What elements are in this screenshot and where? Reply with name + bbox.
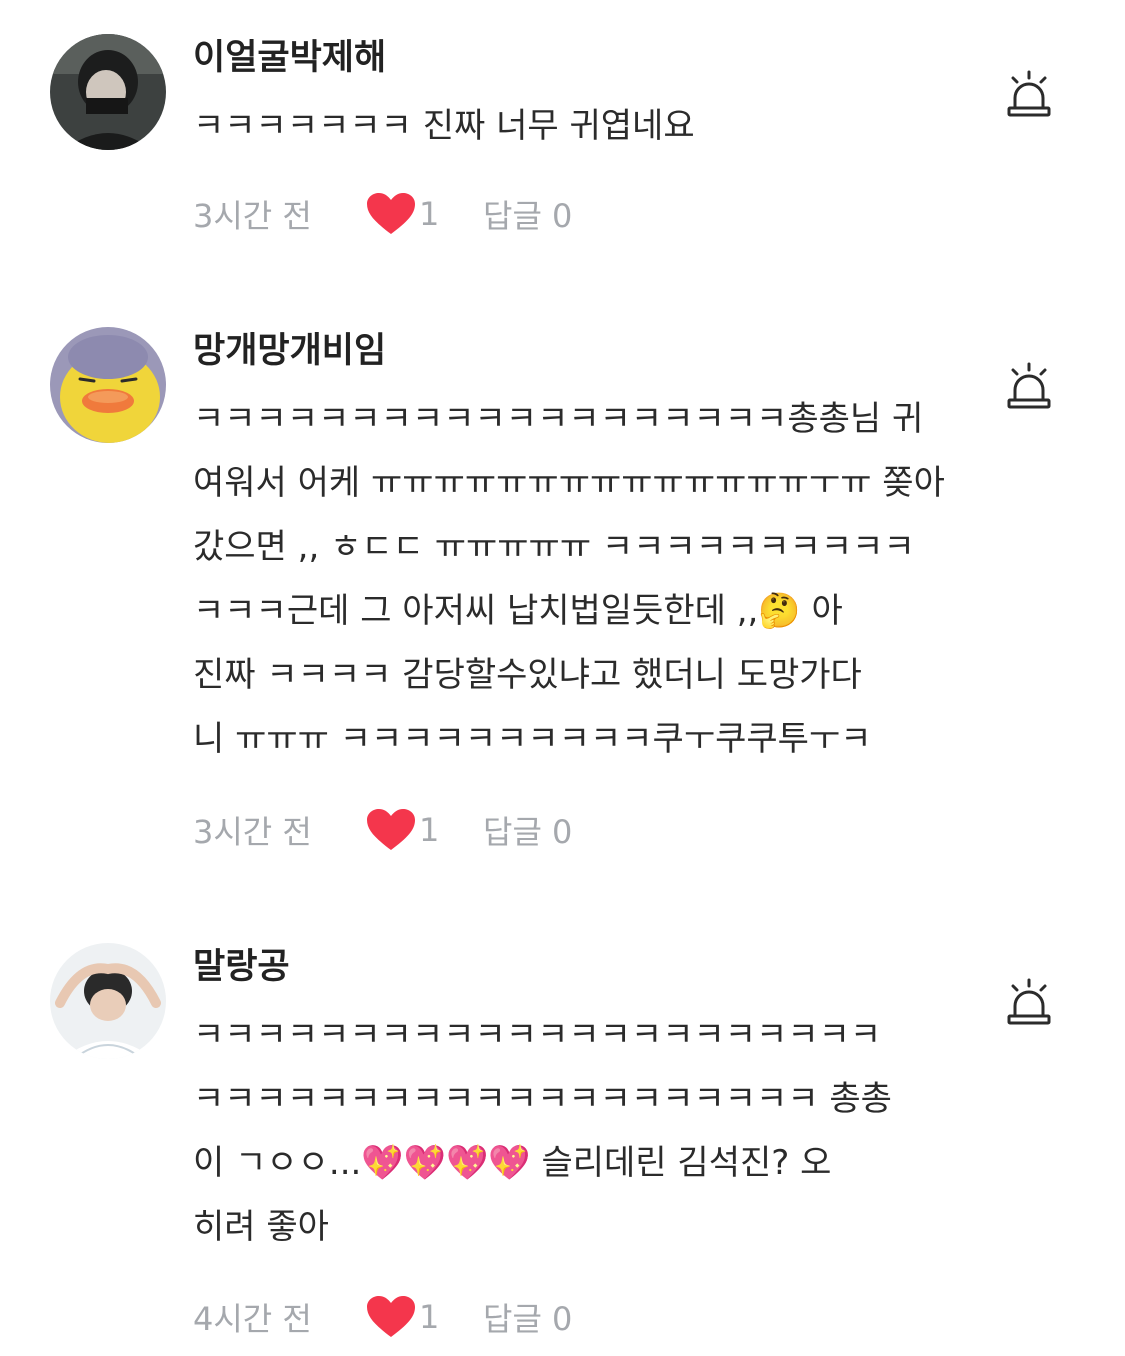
comment-time: 4시간 전	[193, 1300, 312, 1338]
user-avatar[interactable]	[50, 327, 166, 443]
like-count: 1	[419, 195, 440, 233]
like-button[interactable]: 1	[365, 1295, 483, 1339]
comment-time: 3시간 전	[193, 813, 312, 851]
avatar-photo-person-icon	[50, 943, 166, 1059]
comment-text: ㅋㅋㅋㅋㅋㅋㅋㅋㅋㅋㅋㅋㅋㅋㅋㅋㅋㅋㅋ총총님 귀 여워서 어케 ㅠㅠㅠㅠㅠㅠㅠㅠ…	[193, 399, 945, 759]
heart-icon	[367, 809, 415, 850]
comment-time: 3시간 전	[193, 197, 312, 235]
siren-report-icon[interactable]	[1003, 978, 1055, 1030]
like-count: 1	[419, 1298, 440, 1336]
comment-meta: 3시간 전 1 답글 0	[193, 808, 572, 852]
user-avatar[interactable]	[50, 943, 166, 1059]
reply-button[interactable]: 답글 0	[483, 191, 572, 237]
like-button[interactable]: 1	[365, 192, 483, 236]
like-count: 1	[419, 811, 440, 849]
siren-report-icon[interactable]	[1003, 362, 1055, 414]
heart-icon	[367, 1296, 415, 1337]
comment-username[interactable]: 망개망개비임	[193, 329, 386, 373]
comment-text: ㅋㅋㅋㅋㅋㅋㅋ 진짜 너무 귀엽네요	[193, 106, 695, 146]
comment-text: ㅋㅋㅋㅋㅋㅋㅋㅋㅋㅋㅋㅋㅋㅋㅋㅋㅋㅋㅋㅋㅋㅋ ㅋㅋㅋㅋㅋㅋㅋㅋㅋㅋㅋㅋㅋㅋㅋㅋㅋ…	[193, 1015, 892, 1247]
reply-button[interactable]: 답글 0	[483, 807, 572, 853]
siren-report-icon[interactable]	[1003, 70, 1055, 122]
reply-button[interactable]: 답글 0	[483, 1294, 572, 1340]
avatar-photo-person-icon	[50, 34, 166, 150]
comment-username[interactable]: 말랑공	[193, 945, 290, 989]
comment-username[interactable]: 이얼굴박제해	[193, 36, 386, 80]
heart-icon	[367, 193, 415, 234]
like-button[interactable]: 1	[365, 808, 483, 852]
comment-meta: 3시간 전 1 답글 0	[193, 192, 572, 236]
comment-meta: 4시간 전 1 답글 0	[193, 1295, 572, 1339]
avatar-duck-icon	[50, 327, 166, 443]
user-avatar[interactable]	[50, 34, 166, 150]
